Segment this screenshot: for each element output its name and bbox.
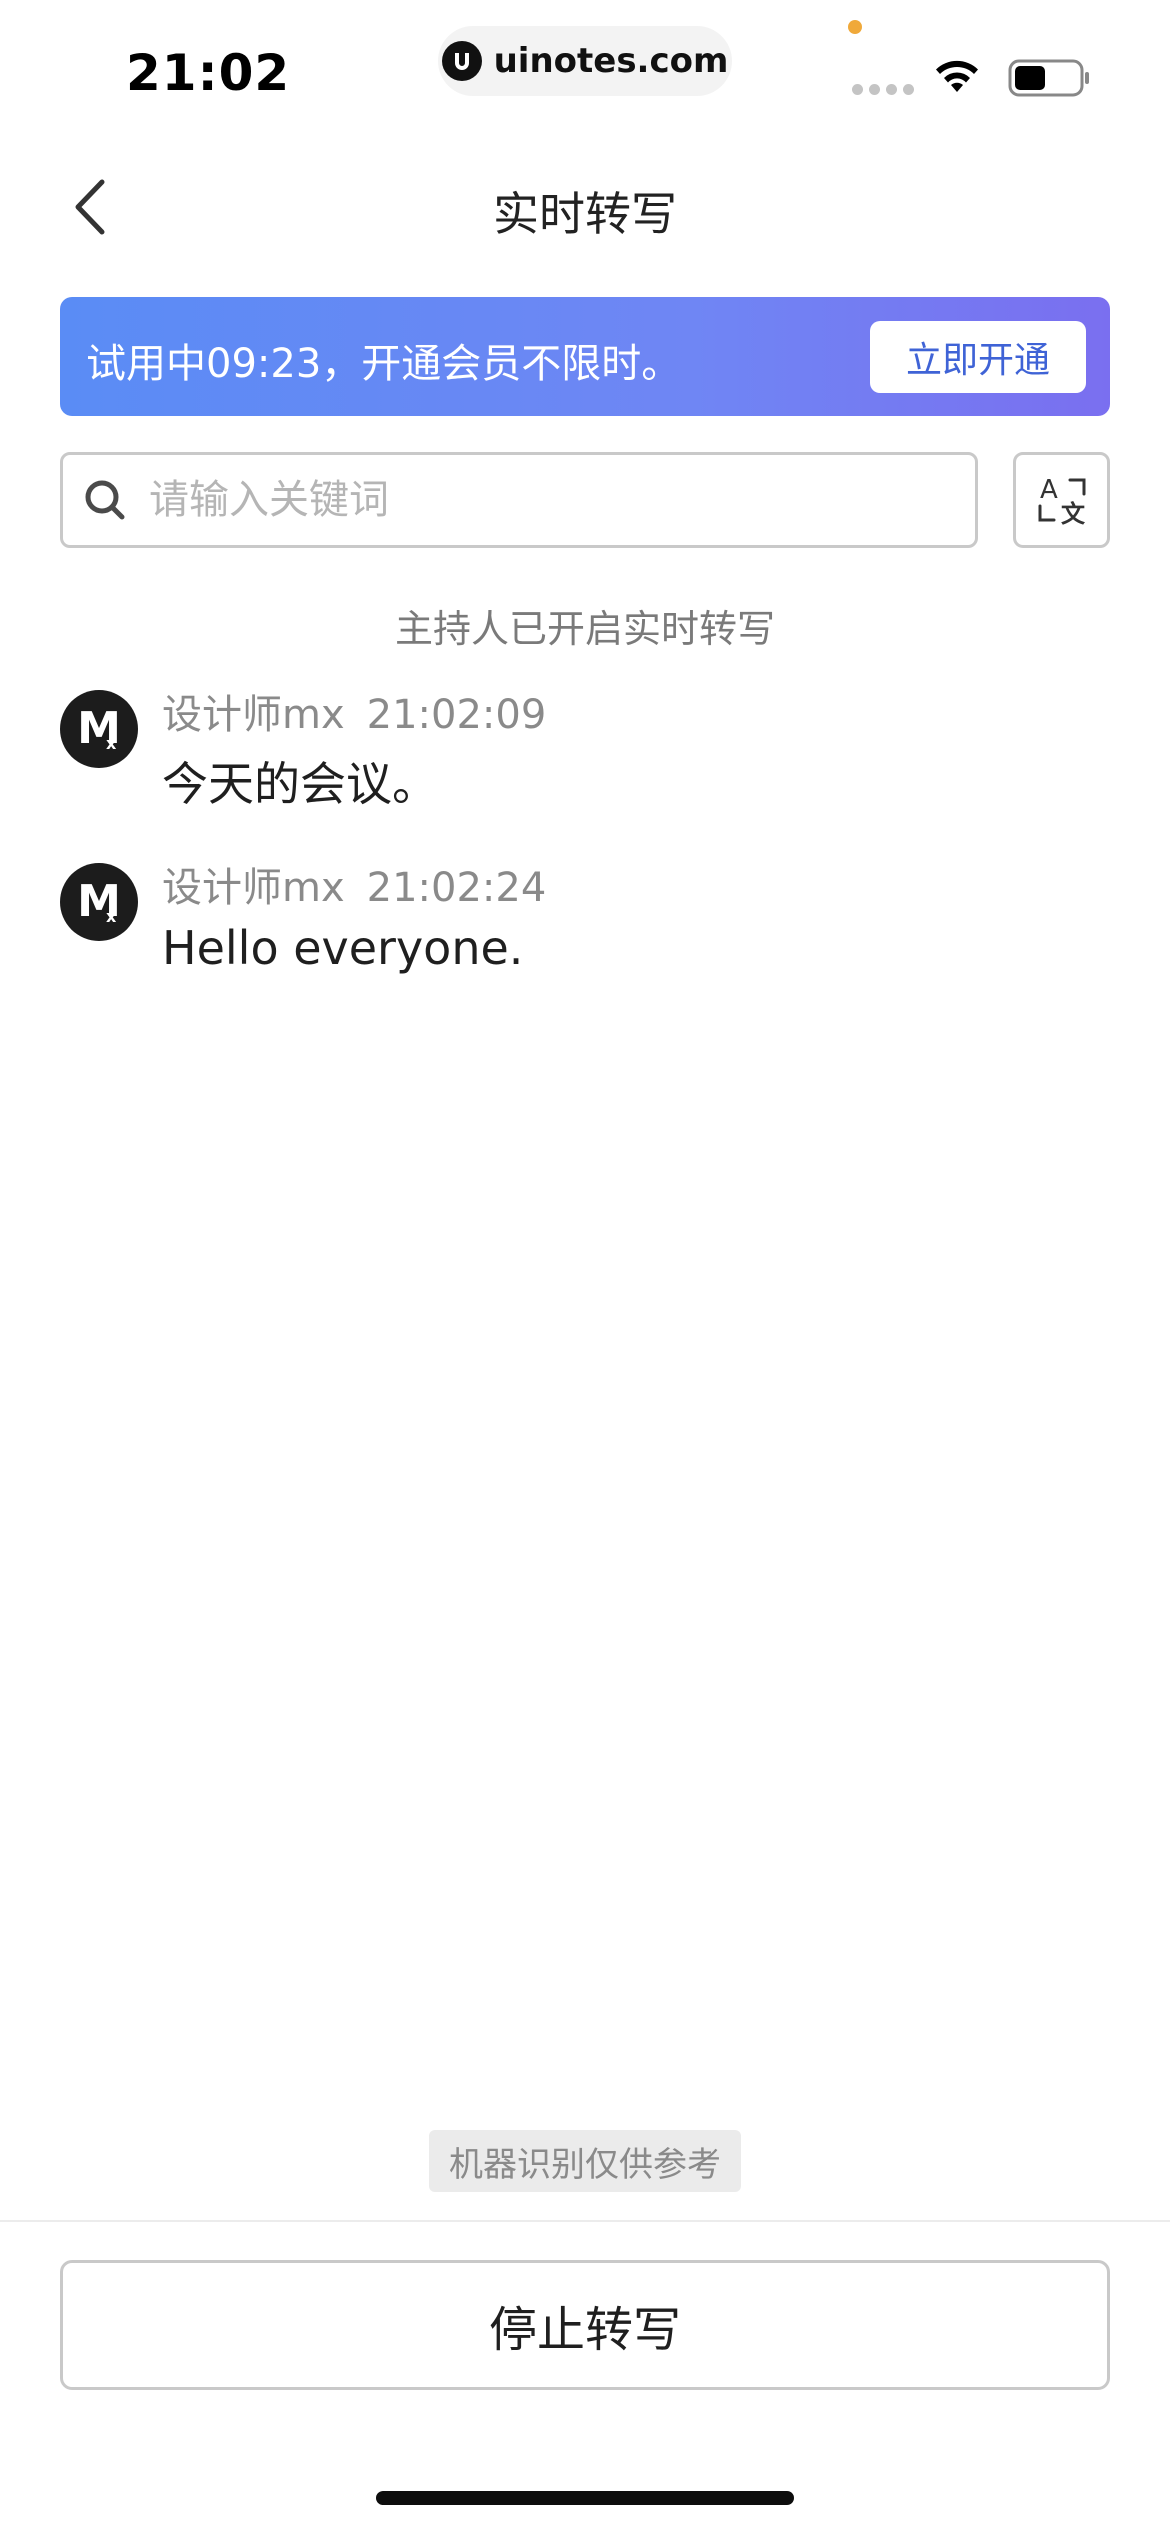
search-icon (85, 480, 125, 520)
message-time: 21:02:24 (366, 865, 547, 911)
message-time: 21:02:09 (366, 692, 547, 738)
battery-icon (1008, 58, 1092, 102)
svg-text:A: A (1040, 475, 1058, 505)
message-text: 今天的会议。 (162, 757, 438, 811)
avatar[interactable]: M x (60, 690, 138, 768)
privacy-indicator-dot (848, 20, 862, 34)
wifi-icon (932, 56, 982, 100)
translate-button[interactable]: A 文 (1013, 452, 1110, 548)
search-input[interactable] (149, 477, 909, 523)
activate-membership-button[interactable]: 立即开通 (870, 321, 1086, 393)
url-pill[interactable]: uinotes.com (438, 26, 732, 96)
status-bar: 21:02 uinotes.com (0, 0, 1170, 140)
url-text: uinotes.com (493, 41, 729, 81)
signal-dots-icon (852, 84, 914, 95)
status-time: 21:02 (126, 44, 291, 102)
speaker-name: 设计师mx (162, 865, 345, 911)
speaker-name: 设计师mx (162, 692, 345, 738)
trial-banner: 试用中09:23，开通会员不限时。 立即开通 (60, 297, 1110, 416)
message-meta: 设计师mx 21:02:09 (162, 682, 546, 740)
message-text: Hello everyone. (162, 921, 524, 975)
transcript-message: M x 设计师mx 21:02:24 Hello everyone. (60, 855, 1110, 1005)
site-logo-icon (441, 41, 482, 81)
screen: 21:02 uinotes.com 实时转写 试用中09:23，开通会员不限时。… (0, 0, 1170, 2532)
svg-text:文: 文 (1061, 500, 1086, 528)
search-field[interactable] (60, 452, 978, 548)
translate-icon: A 文 (1038, 475, 1086, 528)
trial-countdown-text: 试用中09:23，开通会员不限时。 (86, 341, 682, 387)
avatar[interactable]: M x (60, 863, 138, 941)
page-title: 实时转写 (493, 187, 677, 241)
stop-transcription-button[interactable]: 停止转写 (60, 2260, 1110, 2390)
bottom-divider (0, 2220, 1170, 2222)
machine-recognition-disclaimer: 机器识别仅供参考 (429, 2130, 741, 2192)
message-meta: 设计师mx 21:02:24 (162, 855, 546, 913)
transcript-message: M x 设计师mx 21:02:09 今天的会议。 (60, 682, 1110, 832)
home-indicator[interactable] (376, 2491, 794, 2505)
system-notice: 主持人已开启实时转写 (394, 607, 775, 651)
